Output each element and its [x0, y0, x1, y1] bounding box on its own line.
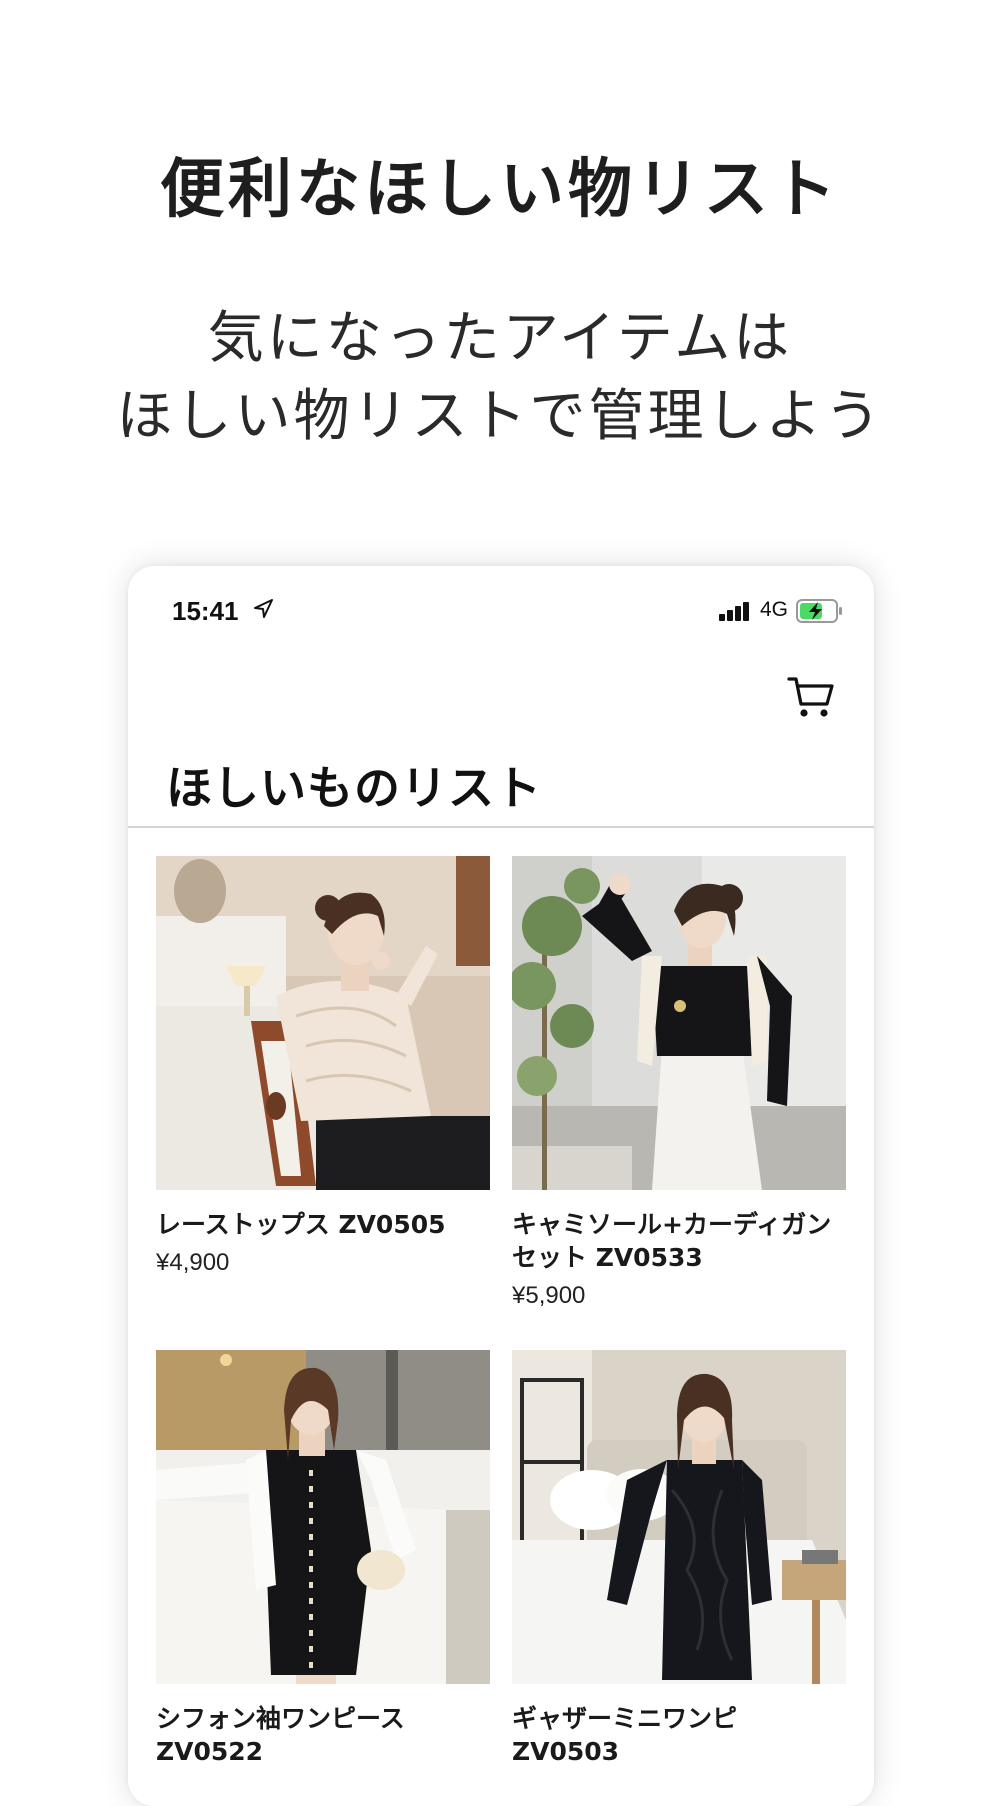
product-card[interactable]: ギャザーミニワンピ ZV0503 [512, 1350, 846, 1776]
promo-subtitle: 気になったアイテムは ほしい物リストで管理しよう [0, 300, 1000, 456]
product-name: キャミソール+カーディガン セット ZV0533 [512, 1210, 832, 1272]
product-image-camisole-set[interactable] [512, 856, 846, 1190]
product-image-gathered-dress[interactable] [512, 1350, 846, 1684]
header-divider [128, 826, 874, 828]
product-card[interactable]: キャミソール+カーディガン セット ZV0533 ¥5,900 [512, 856, 846, 1310]
promo-subtitle-line2: ほしい物リストで管理しよう [116, 384, 884, 449]
status-bar: 15:41 4G [128, 566, 874, 656]
promo-subtitle-line1: 気になったアイテムは [207, 306, 793, 371]
product-card[interactable]: レーストップス ZV0505 ¥4,900 [156, 856, 490, 1277]
phone-screen: 15:41 4G ほしいものリスト レーストップス ZV0505 ¥4,900 … [128, 566, 874, 1806]
product-name: シフォン袖ワンピース ZV0522 [156, 1704, 405, 1766]
product-image-lace-top[interactable] [156, 856, 490, 1190]
product-price: ¥5,900 [512, 1282, 586, 1309]
status-time: 15:41 [172, 596, 239, 626]
product-price: ¥4,900 [156, 1249, 230, 1276]
product-image-chiffon-dress[interactable] [156, 1350, 490, 1684]
network-label: 4G [760, 598, 789, 621]
product-name: レーストップス ZV0505 [156, 1210, 446, 1239]
location-arrow-icon [254, 599, 273, 618]
product-card[interactable]: シフォン袖ワンピース ZV0522 [156, 1350, 490, 1776]
product-name: ギャザーミニワンピ ZV0503 [512, 1704, 738, 1766]
battery-charging-icon [796, 599, 842, 623]
promo-title: 便利なほしい物リスト [160, 153, 840, 227]
signal-icon [719, 602, 749, 621]
cart-icon[interactable] [786, 674, 836, 720]
wishlist-title: ほしいものリスト [166, 761, 542, 815]
